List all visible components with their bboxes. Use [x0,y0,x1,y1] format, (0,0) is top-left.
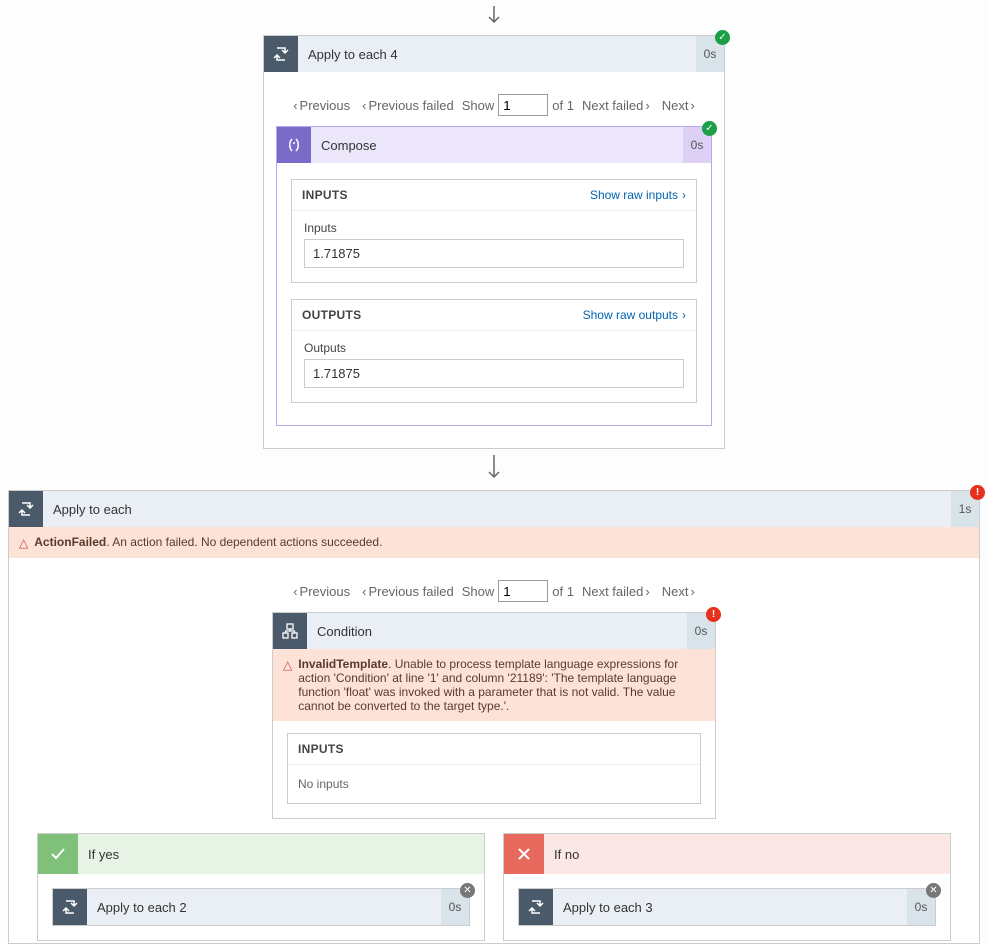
loop-icon [9,491,43,527]
compose-card: Compose 0s ✓ INPUTS Show raw inputs› Inp… [276,126,712,426]
card-title: Apply to each 4 [298,47,696,62]
pager-next-failed[interactable]: Next failed› [578,96,654,115]
warning-icon: △ [19,536,28,550]
apply-to-each-header[interactable]: Apply to each 1s ! [9,491,979,527]
action-failed-banner: △ ActionFailed. An action failed. No dep… [9,527,979,558]
card-title: Apply to each 3 [553,900,907,915]
pager-of-total: of 1 [552,584,574,599]
pager-show-label: Show [462,584,495,599]
pager-next[interactable]: Next› [658,582,699,601]
pager-of-total: of 1 [552,98,574,113]
card-title: Condition [307,624,687,639]
if-no-header[interactable]: If no [504,834,950,874]
invalid-template-banner: △ InvalidTemplate. Unable to process tem… [273,649,715,721]
apply-to-each-2-card[interactable]: Apply to each 2 0s ✕ [52,888,470,926]
pager-next[interactable]: Next› [658,96,699,115]
success-badge-icon: ✓ [702,121,717,136]
pager-page-input[interactable] [498,94,548,116]
loop-icon [53,889,87,925]
branches-row: If yes Apply to each 2 0s ✕ [21,833,967,941]
warning-icon: △ [283,658,292,672]
branch-label: If yes [78,847,119,862]
apply-to-each-card: Apply to each 1s ! △ ActionFailed. An ac… [8,490,980,944]
show-raw-inputs-link[interactable]: Show raw inputs› [590,188,686,202]
branch-label: If no [544,847,579,862]
pager-show-label: Show [462,98,495,113]
condition-icon [273,613,307,649]
condition-card: Condition 0s ! △ InvalidTemplate. Unable… [272,612,716,819]
pager: ‹Previous ‹Previous failed Show of 1 Nex… [276,84,712,126]
pager-previous-failed[interactable]: ‹Previous failed [358,582,458,601]
loop-icon [264,36,298,72]
outputs-field-label: Outputs [304,341,684,355]
error-badge-icon: ! [970,485,985,500]
inputs-value: 1.71875 [304,239,684,268]
arrow-down-icon [0,0,988,35]
success-badge-icon: ✓ [715,30,730,45]
apply-to-each-4-header[interactable]: Apply to each 4 0s ✓ [264,36,724,72]
inputs-section: INPUTS No inputs [287,733,701,804]
condition-header[interactable]: Condition 0s ! [273,613,715,649]
pager-next-failed[interactable]: Next failed› [578,582,654,601]
card-title: Apply to each [43,502,951,517]
pager-previous-failed[interactable]: ‹Previous failed [358,96,458,115]
apply-to-each-4-card: Apply to each 4 0s ✓ ‹Previous ‹Previous… [263,35,725,449]
compose-icon [277,127,311,163]
card-title: Compose [311,138,683,153]
pager-previous[interactable]: ‹Previous [289,582,354,601]
outputs-section: OUTPUTS Show raw outputs› Outputs 1.7187… [291,299,697,403]
close-icon [504,834,544,874]
inputs-label: INPUTS [302,188,348,202]
no-inputs-text: No inputs [288,765,700,803]
inputs-field-label: Inputs [304,221,684,235]
inputs-section: INPUTS Show raw inputs› Inputs 1.71875 [291,179,697,283]
pager-page-input[interactable] [498,580,548,602]
if-no-branch: If no Apply to each 3 0s ✕ [503,833,951,941]
pager-previous[interactable]: ‹Previous [289,96,354,115]
error-badge-icon: ! [706,607,721,622]
pager: ‹Previous ‹Previous failed Show of 1 Nex… [21,570,967,612]
cancelled-badge-icon: ✕ [460,883,475,898]
apply-to-each-3-card[interactable]: Apply to each 3 0s ✕ [518,888,936,926]
cancelled-badge-icon: ✕ [926,883,941,898]
if-yes-header[interactable]: If yes [38,834,484,874]
show-raw-outputs-link[interactable]: Show raw outputs› [583,308,686,322]
if-yes-branch: If yes Apply to each 2 0s ✕ [37,833,485,941]
compose-header[interactable]: Compose 0s ✓ [277,127,711,163]
outputs-value: 1.71875 [304,359,684,388]
outputs-label: OUTPUTS [302,308,361,322]
arrow-down-icon [0,449,988,490]
card-title: Apply to each 2 [87,900,441,915]
loop-icon [519,889,553,925]
inputs-label: INPUTS [298,742,344,756]
check-icon [38,834,78,874]
